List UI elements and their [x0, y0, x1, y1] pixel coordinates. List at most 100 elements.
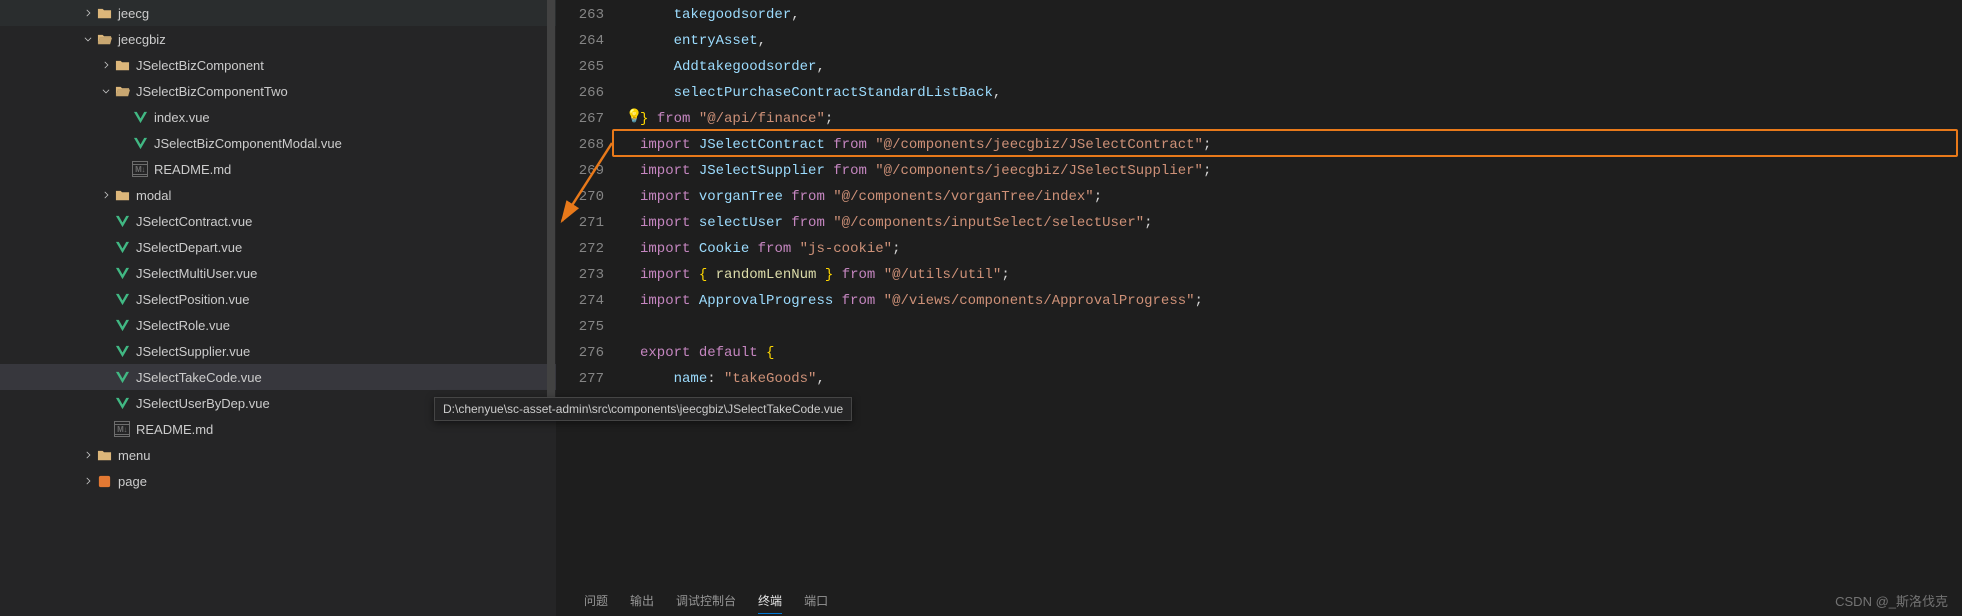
- chevron-down-icon[interactable]: [80, 34, 96, 44]
- folder-open-icon: [96, 31, 112, 47]
- tree-item[interactable]: JSelectDepart.vue: [0, 234, 556, 260]
- line-number: 270: [556, 184, 628, 210]
- folder-icon: [114, 57, 130, 73]
- chevron-down-icon[interactable]: [98, 86, 114, 96]
- code-line[interactable]: import selectUser from "@/components/inp…: [640, 210, 1211, 236]
- tree-item[interactable]: JSelectRole.vue: [0, 312, 556, 338]
- tree-item-label: README.md: [136, 422, 213, 437]
- panel-tab[interactable]: 输出: [630, 588, 654, 613]
- tree-item-label: JSelectBizComponent: [136, 58, 264, 73]
- chevron-right-icon[interactable]: [98, 190, 114, 200]
- line-number: 267: [556, 106, 628, 132]
- md-icon: M↓: [114, 421, 130, 437]
- code-line[interactable]: import JSelectSupplier from "@/component…: [640, 158, 1211, 184]
- code-line[interactable]: selectPurchaseContractStandardListBack,: [640, 80, 1211, 106]
- tree-item[interactable]: JSelectContract.vue: [0, 208, 556, 234]
- code-line[interactable]: } from "@/api/finance";: [640, 106, 1211, 132]
- vue-icon: [114, 395, 130, 411]
- vue-icon: [114, 265, 130, 281]
- tree-item[interactable]: menu: [0, 442, 556, 468]
- tree-item[interactable]: JSelectMultiUser.vue: [0, 260, 556, 286]
- line-number: 269: [556, 158, 628, 184]
- chevron-right-icon[interactable]: [80, 450, 96, 460]
- code-editor[interactable]: 2632642652662672682692702712722732742752…: [556, 0, 1962, 584]
- code-line[interactable]: Addtakegoodsorder,: [640, 54, 1211, 80]
- folder-open-icon: [114, 83, 130, 99]
- tree-item-label: JSelectPosition.vue: [136, 292, 249, 307]
- vue-icon: [114, 317, 130, 333]
- code-line[interactable]: import ApprovalProgress from "@/views/co…: [640, 288, 1211, 314]
- line-number-gutter: 2632642652662672682692702712722732742752…: [556, 0, 628, 392]
- tree-item-label: modal: [136, 188, 171, 203]
- md-icon: M↓: [132, 161, 148, 177]
- tree-item-label: JSelectBizComponentTwo: [136, 84, 288, 99]
- tree-item-label: JSelectTakeCode.vue: [136, 370, 262, 385]
- explorer-sidebar[interactable]: jeecg jeecgbiz JSelectBizComponent JSelectB…: [0, 0, 556, 616]
- vue-icon: [132, 109, 148, 125]
- line-number: 273: [556, 262, 628, 288]
- folder-icon: [114, 187, 130, 203]
- code-line[interactable]: [640, 314, 1211, 340]
- tree-item[interactable]: JSelectTakeCode.vue: [0, 364, 556, 390]
- vue-icon: [114, 343, 130, 359]
- panel-tab[interactable]: 终端: [758, 588, 782, 614]
- sidebar-scrollbar[interactable]: [546, 0, 556, 616]
- vue-icon: [114, 213, 130, 229]
- tree-item[interactable]: modal: [0, 182, 556, 208]
- tree-item[interactable]: JSelectPosition.vue: [0, 286, 556, 312]
- tree-item[interactable]: JSelectSupplier.vue: [0, 338, 556, 364]
- code-line[interactable]: import JSelectContract from "@/component…: [640, 132, 1211, 158]
- tree-item-label: jeecgbiz: [118, 32, 166, 47]
- tree-item-label: JSelectContract.vue: [136, 214, 252, 229]
- line-number: 277: [556, 366, 628, 392]
- tree-item[interactable]: page: [0, 468, 556, 494]
- line-number: 276: [556, 340, 628, 366]
- vue-icon: [114, 239, 130, 255]
- tree-item[interactable]: JSelectBizComponent: [0, 52, 556, 78]
- chevron-right-icon[interactable]: [80, 476, 96, 486]
- panel-tab[interactable]: 端口: [804, 588, 828, 613]
- tree-item-label: JSelectRole.vue: [136, 318, 230, 333]
- panel-tab[interactable]: 调试控制台: [676, 588, 736, 613]
- tree-item-label: JSelectMultiUser.vue: [136, 266, 257, 281]
- code-line[interactable]: takegoodsorder,: [640, 2, 1211, 28]
- tree-item-label: jeecg: [118, 6, 149, 21]
- line-number: 275: [556, 314, 628, 340]
- page-icon: [96, 473, 112, 489]
- chevron-right-icon[interactable]: [98, 60, 114, 70]
- tree-item-label: menu: [118, 448, 151, 463]
- folder-icon: [96, 5, 112, 21]
- line-number: 266: [556, 80, 628, 106]
- line-number: 265: [556, 54, 628, 80]
- tree-item-label: index.vue: [154, 110, 210, 125]
- vue-icon: [114, 291, 130, 307]
- tree-item-label: README.md: [154, 162, 231, 177]
- vue-icon: [132, 135, 148, 151]
- code-line[interactable]: name: "takeGoods",: [640, 366, 1211, 392]
- vue-icon: [114, 369, 130, 385]
- code-line[interactable]: export default {: [640, 340, 1211, 366]
- tree-item[interactable]: jeecg: [0, 0, 556, 26]
- path-tooltip: D:\chenyue\sc-asset-admin\src\components…: [434, 397, 852, 421]
- code-line[interactable]: import { randomLenNum } from "@/utils/ut…: [640, 262, 1211, 288]
- line-number: 274: [556, 288, 628, 314]
- editor-area: 2632642652662672682692702712722732742752…: [556, 0, 1962, 616]
- line-number: 268: [556, 132, 628, 158]
- panel-tabs: 问题输出调试控制台终端端口: [556, 584, 1962, 616]
- tree-item-label: JSelectSupplier.vue: [136, 344, 250, 359]
- code-line[interactable]: entryAsset,: [640, 28, 1211, 54]
- chevron-right-icon[interactable]: [80, 8, 96, 18]
- tree-item[interactable]: index.vue: [0, 104, 556, 130]
- code-line[interactable]: import Cookie from "js-cookie";: [640, 236, 1211, 262]
- code-line[interactable]: import vorganTree from "@/components/vor…: [640, 184, 1211, 210]
- line-number: 263: [556, 2, 628, 28]
- line-number: 271: [556, 210, 628, 236]
- line-number: 264: [556, 28, 628, 54]
- tree-item[interactable]: JSelectBizComponentTwo: [0, 78, 556, 104]
- watermark: CSDN @_斯洛伐克: [1835, 591, 1948, 610]
- tree-item[interactable]: JSelectBizComponentModal.vue: [0, 130, 556, 156]
- panel-tab[interactable]: 问题: [584, 588, 608, 613]
- tree-item-label: JSelectUserByDep.vue: [136, 396, 270, 411]
- tree-item[interactable]: M↓ README.md: [0, 156, 556, 182]
- tree-item[interactable]: jeecgbiz: [0, 26, 556, 52]
